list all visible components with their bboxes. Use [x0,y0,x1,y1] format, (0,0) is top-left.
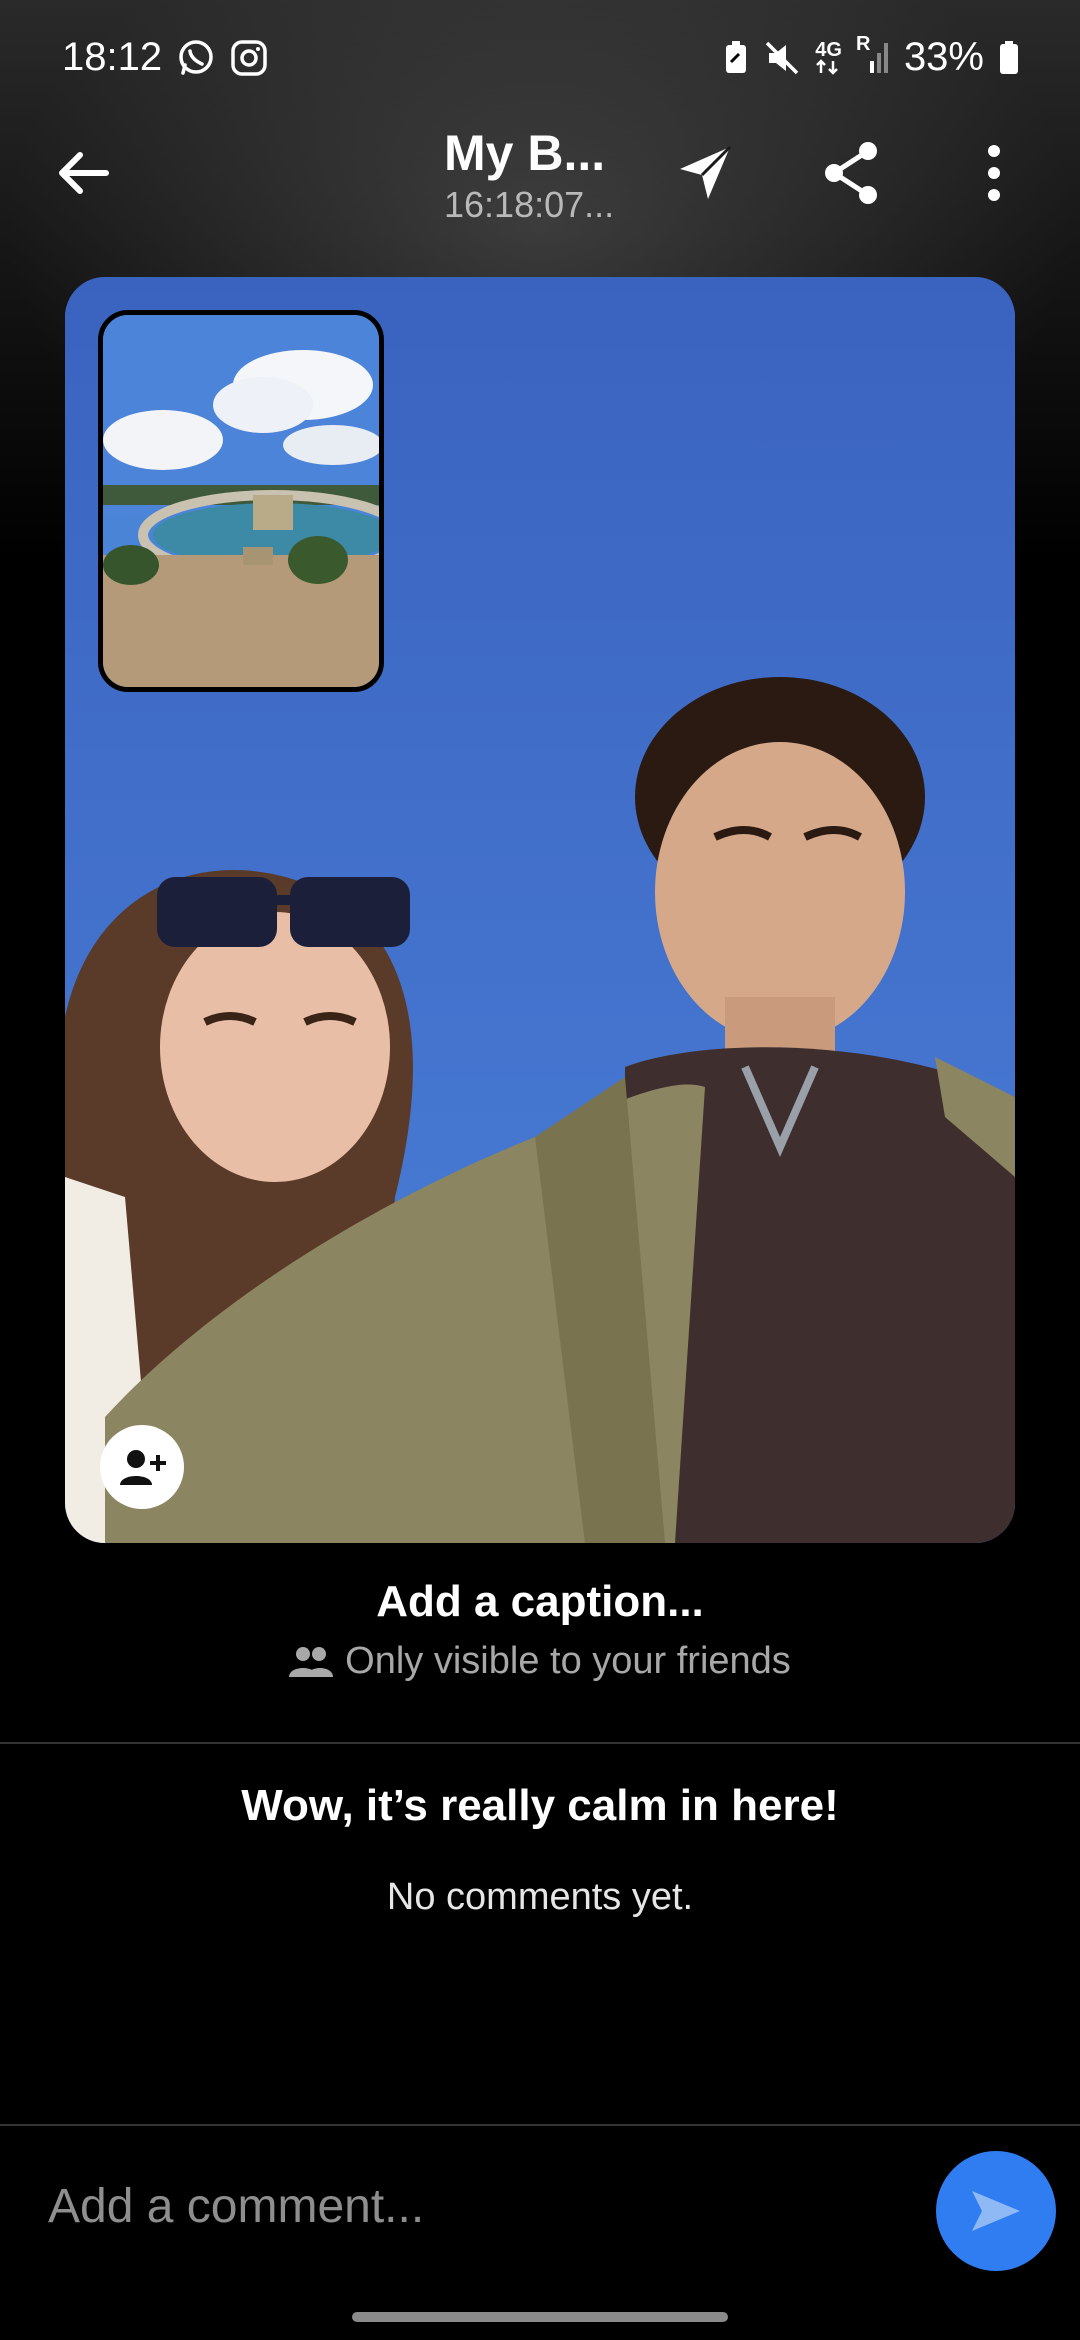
visibility-text: Only visible to your friends [345,1640,791,1682]
network-4g-icon: 4G [815,38,842,75]
status-bar: 18:12 4G R 33% [0,0,1080,115]
back-arrow-icon [59,152,109,194]
status-left: 18:12 [62,35,268,80]
add-person-icon [120,1450,166,1485]
comment-input[interactable] [48,2166,888,2246]
send-icon [680,145,732,199]
roaming-label: R [855,32,871,55]
signal-icon: R [856,33,890,77]
post-header: My B... 16:18:07... [0,115,1080,230]
share-icon [825,142,877,204]
whatsapp-icon [176,38,216,78]
inset-back-camera-photo[interactable] [98,310,384,692]
battery-percent: 33% [903,35,984,79]
visibility-info: Only visible to your friends [0,1640,1080,1683]
more-options-button[interactable] [960,139,1028,207]
send-to-friend-button[interactable] [672,139,740,207]
post-title: My B... [444,125,606,181]
tag-friend-button[interactable] [100,1425,184,1509]
status-time: 18:12 [62,35,163,79]
garden-photo [103,315,379,687]
post-title-block[interactable]: My B... 16:18:07... [444,121,644,225]
add-caption-button[interactable]: Add a caption... [0,1572,1080,1632]
comment-bar [0,2126,1080,2296]
main-photo[interactable] [65,277,1015,1543]
share-button[interactable] [818,139,886,207]
battery-icon [998,40,1020,76]
battery-saver-icon [723,40,749,76]
back-button[interactable] [52,141,116,205]
send-arrow-icon [972,2191,1020,2231]
friends-icon [289,1646,334,1677]
more-vertical-icon [988,145,1000,201]
home-indicator[interactable] [352,2312,728,2322]
send-comment-button[interactable] [936,2151,1056,2271]
bereal-post-screen: 18:12 4G R 33% My B... 16:18:07... Add a… [0,0,1080,2340]
instagram-icon [230,39,268,77]
mute-icon [763,39,801,77]
post-timestamp: 16:18:07... [444,184,615,225]
comments-empty-state: Wow, it’s really calm in here! No commen… [0,1776,1080,1919]
status-right: 4G R 33% [723,33,1020,80]
divider [0,1742,1080,1744]
empty-comments-subtitle: No comments yet. [386,1876,694,1918]
caption-section: Add a caption... Only visible to your fr… [0,1572,1080,1683]
empty-comments-title: Wow, it’s really calm in here! [241,1781,839,1830]
network-label: 4G [815,38,842,61]
